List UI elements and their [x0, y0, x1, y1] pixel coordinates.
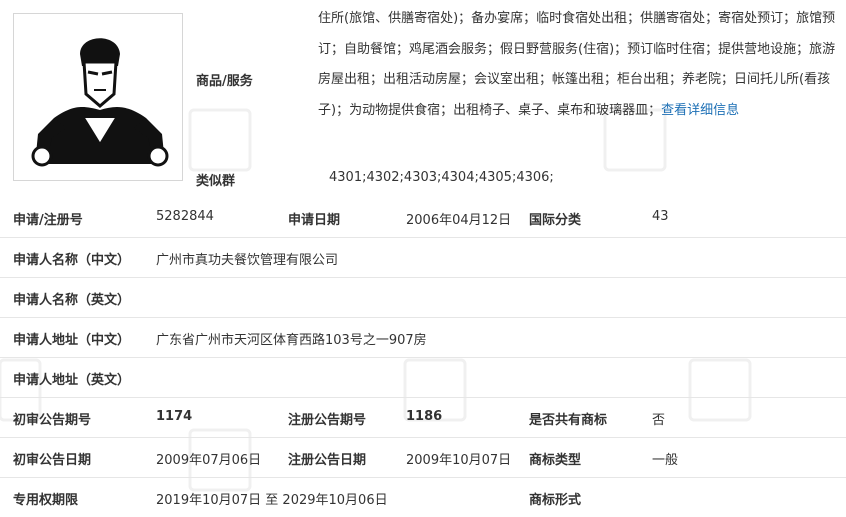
goods-text: 住所(旅馆、供膳寄宿处)；备办宴席；临时食宿处出租；供膳寄宿处；寄宿处预订；旅馆…	[318, 11, 836, 118]
row-address-cn: 申请人地址（中文） 广东省广州市天河区体育西路103号之一907房	[0, 317, 846, 358]
row-exclusive-period: 专用权期限 2019年10月07日 至 2029年10月06日 商标形式	[0, 477, 846, 517]
intl-class-label: 国际分类	[529, 213, 582, 228]
applicant-cn-label: 申请人名称（中文）	[13, 253, 131, 268]
martial-artist-icon	[14, 14, 182, 180]
trademark-image	[13, 13, 183, 181]
reg-pub-no-value: 1186	[406, 409, 443, 424]
goods-text-block: 住所(旅馆、供膳寄宿处)；备办宴席；临时食宿处出租；供膳寄宿处；寄宿处预订；旅馆…	[318, 4, 838, 126]
mark-type-value: 一般	[652, 453, 679, 468]
row-announcement-date: 初审公告日期 2009年07月06日 注册公告日期 2009年10月07日 商标…	[0, 437, 846, 478]
address-cn-value: 广东省广州市天河区体育西路103号之一907房	[156, 333, 427, 348]
row-announcement-no: 初审公告期号 1174 注册公告期号 1186 是否共有商标 否	[0, 397, 846, 438]
row-applicant-cn: 申请人名称（中文） 广州市真功夫餐饮管理有限公司	[0, 237, 846, 278]
view-details-link[interactable]: 查看详细信息	[661, 103, 739, 118]
exclusive-value: 2019年10月07日 至 2029年10月06日	[156, 493, 388, 508]
apply-date-label: 申请日期	[288, 213, 341, 228]
reg-pub-date-value: 2009年10月07日	[406, 453, 512, 468]
similar-group-label: 类似群	[196, 174, 236, 189]
mark-type-label: 商标类型	[529, 453, 582, 468]
shared-value: 否	[652, 413, 666, 428]
prelim-no-value: 1174	[156, 409, 193, 424]
prelim-date-label: 初审公告日期	[13, 453, 92, 468]
applicant-cn-value: 广州市真功夫餐饮管理有限公司	[156, 253, 339, 268]
goods-label: 商品/服务	[196, 74, 253, 89]
address-en-label: 申请人地址（英文）	[13, 373, 131, 388]
prelim-date-value: 2009年07月06日	[156, 453, 262, 468]
row-address-en: 申请人地址（英文）	[0, 357, 846, 398]
prelim-no-label: 初审公告期号	[13, 413, 92, 428]
similar-group-value: 4301;4302;4303;4304;4305;4306;	[329, 170, 554, 185]
address-cn-label: 申请人地址（中文）	[13, 333, 131, 348]
apply-date-value: 2006年04月12日	[406, 213, 512, 228]
row-registration: 申请/注册号 5282844 申请日期 2006年04月12日 国际分类 43	[0, 197, 846, 238]
row-applicant-en: 申请人名称（英文）	[0, 277, 846, 318]
applicant-en-label: 申请人名称（英文）	[13, 293, 131, 308]
shared-label: 是否共有商标	[529, 413, 608, 428]
reg-pub-date-label: 注册公告日期	[288, 453, 367, 468]
exclusive-label: 专用权期限	[13, 493, 79, 508]
reg-no-label: 申请/注册号	[13, 213, 83, 228]
reg-pub-no-label: 注册公告期号	[288, 413, 367, 428]
mark-form-label: 商标形式	[529, 493, 582, 508]
intl-class-value: 43	[652, 209, 669, 224]
reg-no-value: 5282844	[156, 209, 214, 224]
